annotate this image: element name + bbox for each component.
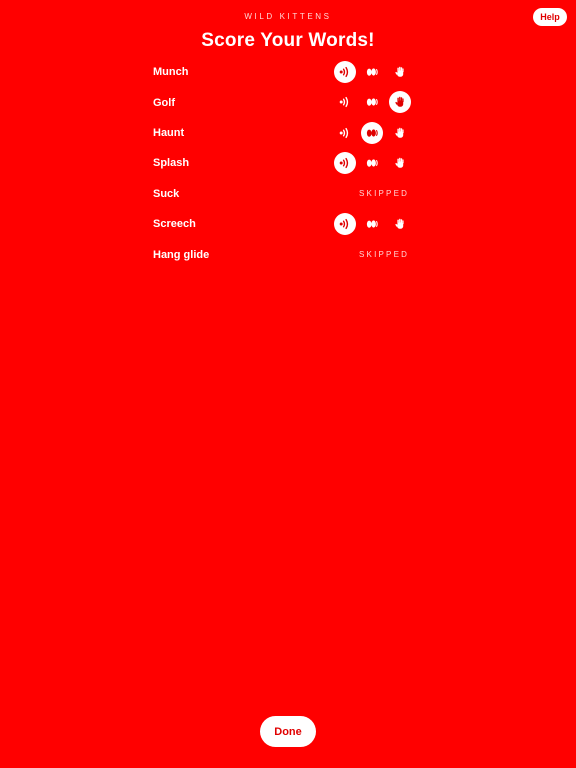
page-title: Score Your Words!	[201, 30, 375, 51]
word-label: Munch	[153, 66, 189, 79]
word-row: Splash	[153, 148, 423, 178]
raised-hand-icon[interactable]	[389, 91, 411, 114]
word-row: Screech	[153, 209, 423, 239]
word-label: Golf	[153, 96, 175, 109]
score-options	[339, 118, 423, 148]
word-label: Haunt	[153, 126, 185, 139]
clapping-hands-icon[interactable]	[361, 121, 383, 144]
clapping-hands-icon[interactable]	[361, 61, 383, 83]
raised-hand-icon[interactable]	[389, 152, 411, 174]
word-score-list: Munch Golf Haunt Splash Suck SKIPPED Screech Ha…	[153, 57, 423, 270]
skipped-label: SKIPPED	[359, 250, 410, 260]
raised-hand-icon[interactable]	[389, 213, 411, 235]
word-row: Golf	[153, 87, 423, 117]
word-label: Splash	[153, 157, 190, 170]
score-options: SKIPPED	[343, 239, 423, 269]
sound-wave-icon[interactable]	[334, 212, 356, 235]
raised-hand-icon[interactable]	[389, 122, 411, 144]
skipped-label: SKIPPED	[359, 189, 410, 199]
score-options: SKIPPED	[343, 179, 423, 209]
clapping-hands-icon[interactable]	[361, 152, 383, 174]
done-button[interactable]: Done	[260, 716, 316, 747]
sound-wave-icon[interactable]	[334, 61, 356, 83]
clapping-hands-icon[interactable]	[361, 213, 383, 235]
sound-wave-icon[interactable]	[334, 152, 356, 175]
word-label: Screech	[153, 218, 196, 231]
score-options	[339, 87, 423, 117]
app-label: WILD KITTENS	[244, 12, 332, 21]
score-options	[334, 209, 423, 239]
word-row: Hang glide SKIPPED	[153, 239, 423, 269]
raised-hand-icon[interactable]	[389, 61, 411, 83]
word-row: Munch	[153, 57, 423, 87]
sound-wave-icon[interactable]	[334, 91, 356, 113]
word-row: Suck SKIPPED	[153, 179, 423, 209]
sound-wave-icon[interactable]	[334, 122, 356, 144]
word-label: Suck	[153, 187, 180, 200]
word-row: Haunt	[153, 118, 423, 148]
score-options	[334, 148, 423, 178]
score-options	[334, 57, 423, 87]
word-label: Hang glide	[153, 248, 210, 261]
help-button[interactable]: Help	[533, 8, 567, 26]
clapping-hands-icon[interactable]	[361, 91, 383, 113]
